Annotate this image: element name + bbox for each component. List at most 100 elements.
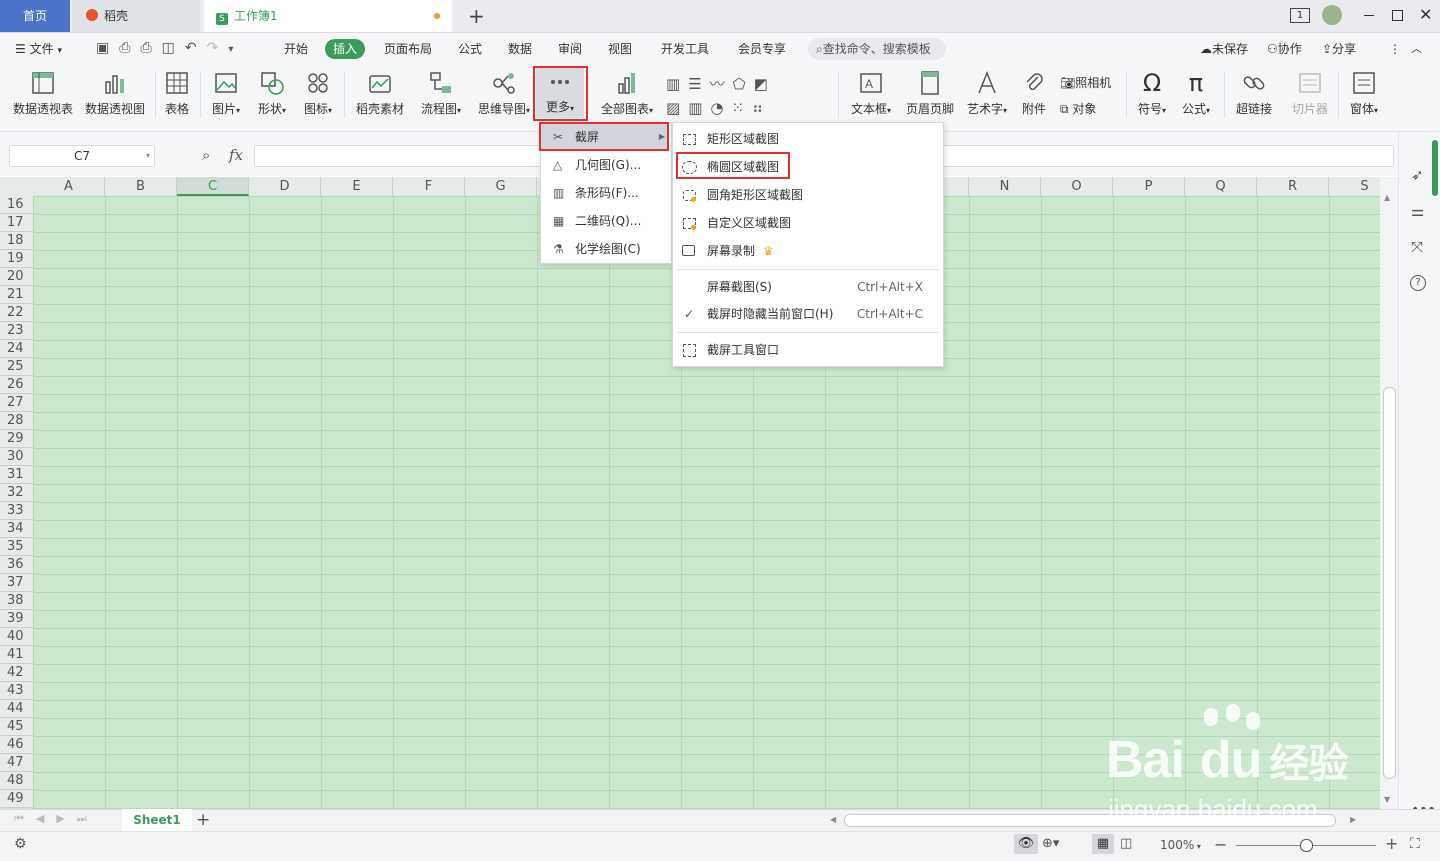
column-chart-icon[interactable]: ▥ — [666, 75, 688, 93]
table-button[interactable]: 表格 — [160, 70, 194, 117]
redo-icon[interactable]: ↷ — [207, 40, 229, 56]
row-header[interactable]: 38 — [0, 592, 33, 610]
column-header[interactable]: C — [177, 177, 249, 196]
scroll-up-icon[interactable]: ▲ — [1384, 193, 1390, 202]
menu-review[interactable]: 审阅 — [558, 33, 582, 65]
menu-item-geometry[interactable]: △ 几何图(G)... — [541, 151, 669, 179]
column-header[interactable]: B — [105, 177, 177, 196]
settings-sliders-icon[interactable]: ⚌ — [1411, 202, 1424, 220]
zoom-cell-icon[interactable]: ⌕ — [202, 146, 210, 164]
column-header[interactable]: F — [393, 177, 465, 196]
fullscreen-icon[interactable]: ⛶ — [1410, 836, 1420, 852]
menu-item-rect-capture[interactable]: 矩形区域截图 — [673, 125, 941, 153]
tab-home[interactable]: 首页 — [0, 0, 70, 32]
bubble-chart-icon[interactable]: ⠶ — [752, 99, 771, 117]
select-all-corner[interactable] — [0, 177, 34, 196]
menu-insert[interactable]: 插入 — [325, 39, 366, 59]
row-header[interactable]: 23 — [0, 322, 33, 340]
row-header[interactable]: 26 — [0, 376, 33, 394]
menu-start[interactable]: 开始 — [284, 33, 308, 65]
object-button[interactable]: ⧉ 对象 — [1060, 100, 1096, 117]
row-header[interactable]: 21 — [0, 286, 33, 304]
zoom-in-icon[interactable]: + — [1385, 834, 1398, 853]
stock-chart-icon[interactable]: ▥ — [688, 99, 710, 117]
menu-item-barcode[interactable]: ▥ 条形码(F)... — [541, 179, 669, 207]
row-header[interactable]: 44 — [0, 700, 33, 718]
menu-item-custom-capture[interactable]: 自定义区域截图 — [673, 209, 941, 237]
wordart-button[interactable]: 艺术字▾ — [962, 70, 1012, 117]
row-header[interactable]: 31 — [0, 466, 33, 484]
row-header[interactable]: 39 — [0, 610, 33, 628]
column-header[interactable]: N — [969, 177, 1041, 196]
print-icon[interactable]: ⎙ — [140, 40, 161, 56]
search-input[interactable]: ⌕查找命令、搜索模板 — [808, 38, 946, 60]
menu-formula[interactable]: 公式 — [458, 33, 482, 65]
transform-icon[interactable]: ⤧ — [1411, 238, 1423, 256]
menu-page-layout[interactable]: 页面布局 — [384, 33, 432, 65]
row-header[interactable]: 48 — [0, 772, 33, 790]
zoom-level[interactable]: 100% ▾ — [1160, 838, 1201, 852]
function-button[interactable]: fx — [229, 146, 243, 164]
form-window-button[interactable]: 窗体▾ — [1344, 70, 1384, 117]
hyperlink-button[interactable]: 超链接 — [1232, 70, 1276, 117]
restore-icon[interactable] — [1392, 10, 1403, 21]
collapse-ribbon-icon[interactable]: ︿ — [1411, 33, 1422, 65]
row-header[interactable]: 49 — [0, 790, 33, 808]
row-header[interactable]: 29 — [0, 430, 33, 448]
header-footer-button[interactable]: 页眉页脚 — [902, 70, 958, 117]
save-icon[interactable]: ▣ — [96, 40, 119, 56]
row-header[interactable]: 30 — [0, 448, 33, 466]
center-icon[interactable]: ⊕▾ — [1042, 836, 1059, 851]
row-header[interactable]: 46 — [0, 736, 33, 754]
row-header[interactable]: 27 — [0, 394, 33, 412]
panel-scroll-thumb[interactable] — [1432, 140, 1438, 196]
macro-icon[interactable]: ⚙ — [14, 836, 27, 852]
minimize-icon[interactable] — [1364, 15, 1374, 16]
scroll-left-icon[interactable]: ◀ — [830, 815, 836, 824]
menu-view[interactable]: 视图 — [608, 33, 632, 65]
row-header[interactable]: 36 — [0, 556, 33, 574]
menu-developer[interactable]: 开发工具 — [661, 33, 709, 65]
menu-item-screen-record[interactable]: 屏幕录制 ♛ — [673, 237, 941, 265]
menu-data[interactable]: 数据 — [508, 33, 532, 65]
row-header[interactable]: 35 — [0, 538, 33, 556]
camera-button[interactable]: 📷︎照相机 — [1060, 74, 1111, 91]
pivot-chart-button[interactable]: 数据透视图 — [82, 70, 148, 117]
close-icon[interactable]: ✕ — [1419, 5, 1432, 24]
zoom-slider[interactable] — [1236, 839, 1376, 852]
menu-item-full-screenshot[interactable]: 屏幕截图(S) Ctrl+Alt+X — [673, 273, 941, 301]
row-header[interactable]: 32 — [0, 484, 33, 502]
row-header[interactable]: 33 — [0, 502, 33, 520]
unsaved-button[interactable]: ☁未保存 — [1200, 33, 1248, 65]
row-header[interactable]: 37 — [0, 574, 33, 592]
line-chart-icon[interactable]: 〰 — [710, 75, 733, 93]
collab-button[interactable]: ⚇协作 — [1267, 33, 1302, 65]
normal-view-icon[interactable]: ▦ — [1092, 834, 1114, 854]
pointer-icon[interactable]: ➶ — [1411, 166, 1424, 184]
row-header[interactable]: 43 — [0, 682, 33, 700]
zoom-slider-handle[interactable] — [1300, 839, 1313, 852]
row-header[interactable]: 22 — [0, 304, 33, 322]
scatter-chart-icon[interactable]: ⁙ — [731, 99, 752, 117]
column-header[interactable]: Q — [1185, 177, 1257, 196]
eye-protect-icon[interactable]: 👁︎ — [1014, 834, 1038, 854]
add-sheet-button[interactable]: + — [196, 809, 210, 831]
file-menu[interactable]: ☰ 文件 ▾ — [15, 33, 62, 65]
column-header[interactable]: G — [465, 177, 537, 196]
customize-icon[interactable]: ▾ — [228, 44, 243, 55]
undo-icon[interactable]: ↶ — [185, 40, 207, 56]
column-header[interactable]: D — [249, 177, 321, 196]
combo-chart-icon[interactable]: ▨ — [666, 99, 688, 117]
shape-button[interactable]: 形状▾ — [252, 70, 292, 117]
avatar[interactable] — [1322, 5, 1342, 25]
row-header[interactable]: 20 — [0, 268, 33, 286]
menu-item-chemistry[interactable]: ⚗ 化学绘图(C) — [541, 235, 669, 263]
row-header[interactable]: 47 — [0, 754, 33, 772]
row-header[interactable]: 28 — [0, 412, 33, 430]
picture-button[interactable]: 图片▾ — [206, 70, 246, 117]
icon-button[interactable]: 图标▾ — [298, 70, 338, 117]
menu-item-hide-window[interactable]: ✓ 截屏时隐藏当前窗口(H) Ctrl+Alt+C — [673, 300, 941, 328]
radar-chart-icon[interactable]: ⬠ — [733, 75, 754, 93]
share-button[interactable]: ⇪分享 — [1322, 33, 1356, 65]
tab-daoke[interactable]: 稻壳 — [72, 0, 200, 32]
